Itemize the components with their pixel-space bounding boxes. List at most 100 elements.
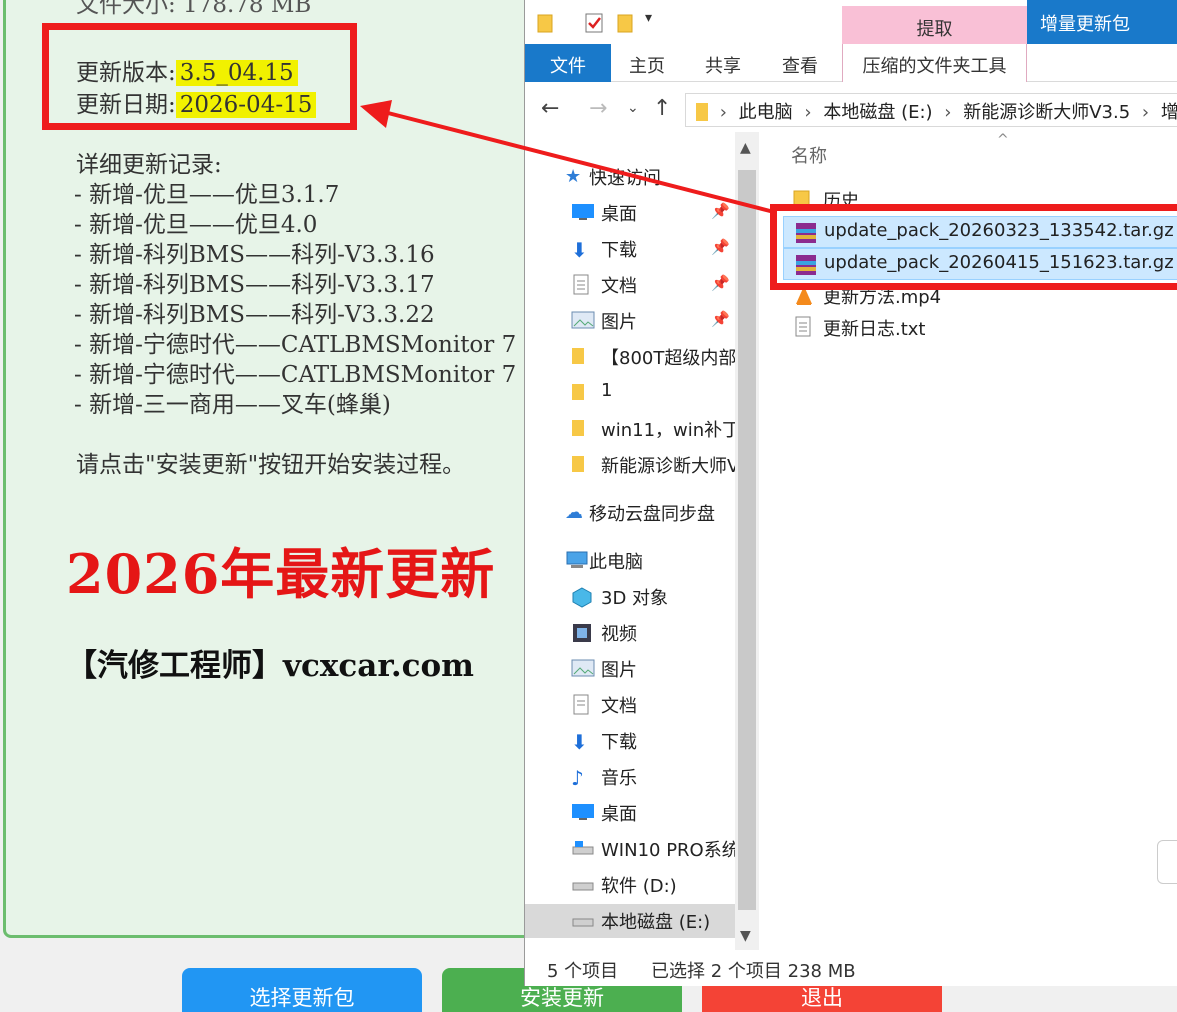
changelog-item: - 新增-科列BMS——科列-V3.3.17 [74,272,435,298]
nav-item-drive-d[interactable]: 软件 (D:) [525,868,735,902]
drive-icon [571,838,595,860]
version-annotation-box [42,23,357,130]
nav-item-pictures[interactable]: 图片 📌 [525,304,735,338]
drive-icon [571,910,595,932]
nav-item-drive-c[interactable]: WIN10 PRO系统 [525,832,735,866]
cube-icon [571,586,595,608]
changelog-item: - 新增-科列BMS——科列-V3.3.16 [74,242,435,268]
properties-icon[interactable] [583,12,605,38]
changelog-title: 详细更新记录: [76,152,222,178]
nav-item-folder[interactable]: 【800T超级内部 [525,340,735,374]
promo-banner: 2026年最新更新 [66,542,496,606]
desktop-icon [571,202,595,224]
breadcrumb-item[interactable]: 新能源诊断大师V3.5 [963,102,1130,123]
changelog-item: - 新增-优旦——优旦3.1.7 [74,182,340,208]
sort-ascending-icon: ^ [997,132,1009,148]
window-title: 增量更新包 [1040,14,1130,35]
nav-item-downloads[interactable]: ⬇ 下载 📌 [525,232,735,266]
file-size-text: 文件大小: 178.78 MB [76,0,312,18]
tab-view[interactable]: 查看 [782,44,818,82]
nav-item-cloud-drive[interactable]: ☁ 移动云盘同步盘 [525,496,735,530]
status-bar: 5 个项目 已选择 2 个项目 238 MB [525,950,1177,986]
nav-item-drive-e[interactable]: 本地磁盘 (E:) [525,904,735,938]
pin-icon[interactable]: 📌 [711,274,730,292]
scroll-up-icon[interactable]: ▲ [740,140,751,156]
changelog-item: - 新增-宁德时代——CATLBMSMonitor 7 [74,332,517,358]
back-arrow-icon[interactable]: ← [541,96,559,121]
star-icon: ★ [565,166,582,187]
select-package-button[interactable]: 选择更新包 [182,968,422,1012]
folder-icon[interactable] [537,12,553,38]
folder-icon [571,346,595,368]
nav-item-downloads[interactable]: ⬇ 下载 [525,724,735,758]
scroll-down-icon[interactable]: ▼ [740,928,751,944]
chevron-right-icon: › [944,102,952,123]
video-icon [571,622,595,644]
tab-share[interactable]: 共享 [705,44,741,82]
breadcrumb-item[interactable]: 增量 [1161,102,1177,123]
breadcrumb-item[interactable]: 此电脑 [739,102,793,123]
item-count: 5 个项目 [547,961,619,982]
picture-icon [571,658,595,680]
nav-item-folder[interactable]: 1 [525,376,735,410]
customize-dropdown-icon[interactable]: ▾ [645,10,652,26]
folder-icon [571,418,595,440]
changelog-item: - 新增-三一商用——叉车(蜂巢) [74,392,391,418]
column-header-name[interactable]: 名称 [791,142,827,168]
desktop-icon [571,802,595,824]
scrollbar-thumb[interactable] [738,170,756,910]
breadcrumb[interactable]: › 此电脑 › 本地磁盘 (E:) › 新能源诊断大师V3.5 › 增量 [685,93,1177,127]
pin-icon[interactable]: 📌 [711,238,730,256]
changelog-item: - 新增-科列BMS——科列-V3.3.22 [74,302,435,328]
chevron-right-icon: › [804,102,812,123]
download-icon: ⬇ [571,730,588,754]
address-bar: ← → ⌄ ↑ › 此电脑 › 本地磁盘 (E:) › 新能源诊断大师V3.5 … [525,88,1177,130]
cloud-icon: ☁ [565,502,583,523]
nav-pane-scrollbar[interactable]: ▲ ▼ [735,132,759,950]
document-icon [571,694,595,716]
chevron-right-icon: › [719,102,727,123]
chevron-right-icon: › [1141,102,1150,123]
computer-icon [565,550,589,572]
changelog-item: - 新增-宁德时代——CATLBMSMonitor 7 [74,362,517,388]
brand-watermark: 【汽修工程师】vcxcar.com [66,648,474,684]
nav-item-videos[interactable]: 视频 [525,616,735,650]
nav-item-documents[interactable]: 文档 📌 [525,268,735,302]
changelog-item: - 新增-优旦——优旦4.0 [74,212,318,238]
nav-item-folder[interactable]: 新能源诊断大师V [525,448,735,482]
picture-icon [571,310,595,332]
side-tool-button[interactable] [1157,840,1177,884]
breadcrumb-item[interactable]: 本地磁盘 (E:) [823,102,932,123]
extract-context-tab[interactable]: 提取 [842,6,1027,44]
nav-item-desktop[interactable]: 桌面 📌 [525,196,735,230]
navigation-pane: ★ 快速访问 桌面 📌 ⬇ 下载 📌 文档 📌 图片 📌 【800T超级内部 1… [525,132,735,940]
pin-icon[interactable]: 📌 [711,310,730,328]
up-arrow-icon[interactable]: ↑ [653,96,671,121]
file-explorer-window: ▾ 提取 增量更新包 文件 主页 共享 查看 压缩的文件夹工具 ← → ⌄ ↑ … [524,0,1177,986]
selection-info: 已选择 2 个项目 238 MB [651,961,856,982]
forward-arrow-icon[interactable]: → [589,96,607,121]
pin-icon[interactable]: 📌 [711,202,730,220]
nav-item-this-pc[interactable]: 此电脑 [525,544,735,578]
nav-item-music[interactable]: ♪ 音乐 [525,760,735,794]
new-folder-icon[interactable] [617,12,633,38]
ribbon-tabs: 文件 主页 共享 查看 压缩的文件夹工具 [525,44,1177,82]
nav-item-desktop[interactable]: 桌面 [525,796,735,830]
nav-item-folder[interactable]: win11，win补丁 [525,412,735,446]
nav-item-quick-access[interactable]: ★ 快速访问 [525,160,735,194]
nav-item-3d-objects[interactable]: 3D 对象 [525,580,735,614]
text-file-icon [793,316,817,340]
install-instruction: 请点击"安装更新"按钮开始安装过程。 [76,452,466,478]
tab-compressed-folder-tools[interactable]: 压缩的文件夹工具 [842,44,1027,82]
list-item[interactable]: 更新日志.txt [783,312,1177,344]
nav-item-pictures[interactable]: 图片 [525,652,735,686]
files-annotation-box [770,204,1177,290]
tab-file[interactable]: 文件 [525,44,611,82]
drive-icon [571,874,595,896]
tab-home[interactable]: 主页 [629,44,665,82]
folder-icon [696,103,708,121]
recent-locations-icon[interactable]: ⌄ [627,100,639,116]
quick-access-toolbar: ▾ 提取 增量更新包 [525,0,1177,46]
nav-item-documents[interactable]: 文档 [525,688,735,722]
folder-icon [571,382,595,404]
